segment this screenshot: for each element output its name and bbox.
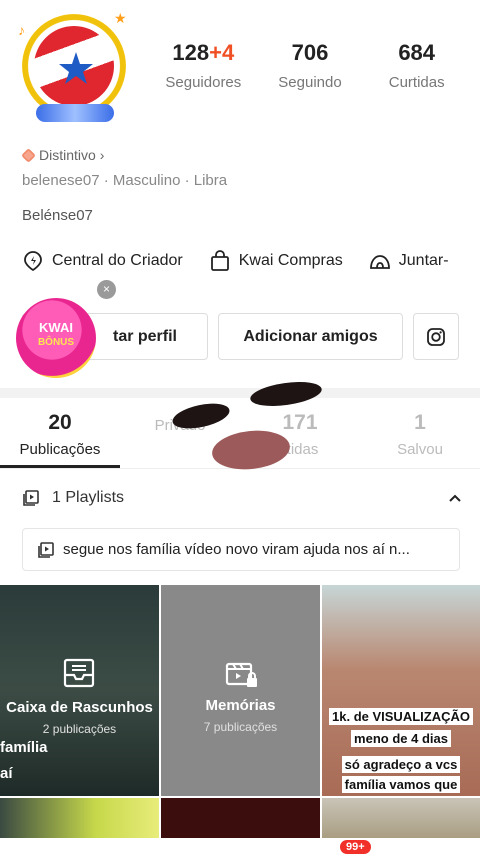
badge-icon (21, 147, 36, 163)
memories-clapper-lock-icon (225, 662, 257, 687)
playlist-icon (23, 490, 39, 506)
add-friends-button[interactable]: Adicionar amigos (218, 313, 403, 360)
memories-title: Memórias (205, 697, 276, 714)
bonus-title: KWAI (39, 320, 73, 335)
profile-bio: Belénse07 (22, 207, 93, 224)
section-divider (0, 388, 480, 398)
profile-meta: belenese07 · Masculino · Libra (22, 172, 228, 189)
video-tile[interactable]: 1k. de VISUALIZAÇÃO meno de 4 dias só ag… (322, 585, 480, 796)
bottom-navigation (0, 838, 480, 854)
tent-icon (369, 255, 390, 269)
video-caption: meno de 4 dias (351, 730, 451, 747)
drafts-overlay-text: aí (0, 765, 13, 782)
badge-link[interactable]: Distintivo › (21, 147, 105, 163)
shortcut-kwai-shop[interactable]: Kwai Compras (209, 250, 343, 272)
memories-count: 7 publicações (203, 720, 278, 734)
tab-label: Salvou (397, 441, 443, 458)
instagram-button[interactable] (413, 313, 459, 360)
shortcut-label: Kwai Compras (238, 252, 343, 269)
stat-followers[interactable]: 128+4 Seguidores (150, 40, 257, 91)
tab-saved[interactable]: 1 Salvou (360, 411, 480, 468)
music-note-icon: ♪ (18, 22, 25, 38)
drafts-box-tile[interactable]: Caixa de Rascunhos 2 publicações família… (0, 585, 159, 796)
following-label: Seguindo (278, 74, 342, 91)
memories-tile[interactable]: Memórias 7 publicações (161, 585, 320, 796)
lightning-pin-icon (24, 251, 42, 272)
chevron-up-icon[interactable] (448, 491, 462, 505)
bonus-subtitle: BÔNUS (37, 337, 75, 348)
playlist-header-label: 1 Playlists (52, 489, 125, 506)
profile-stats: 128+4 Seguidores 706 Seguindo 684 Curtid… (150, 40, 470, 91)
playlist-header[interactable]: 1 Playlists (22, 489, 462, 507)
tab-publications[interactable]: 20 Publicações (0, 411, 120, 468)
playlist-item[interactable]: segue nos família vídeo novo viram ajuda… (22, 528, 460, 571)
star-decoration-icon: ★ (114, 10, 127, 26)
face-sticker-eye-right (248, 378, 324, 410)
playlist-item-title: segue nos família vídeo novo viram ajuda… (63, 541, 410, 558)
shopping-bag-icon (210, 250, 229, 271)
tab-count: 20 (48, 411, 72, 434)
profile-avatar[interactable]: ♪ ★ (18, 10, 130, 126)
instagram-icon (427, 327, 445, 346)
shortcut-join[interactable]: Juntar- (369, 250, 449, 272)
followers-new-count: +4 (209, 40, 235, 65)
likes-count: 684 (398, 40, 436, 65)
profile-shortcuts: Central do Criador Kwai Compras Juntar- (22, 250, 480, 272)
likes-label: Curtidas (388, 74, 445, 91)
video-caption: família vamos que (341, 776, 461, 793)
tab-count: 1 (414, 411, 426, 434)
video-caption: 1k. de VISUALIZAÇÃO (329, 708, 473, 725)
followers-label: Seguidores (165, 74, 242, 91)
following-count: 706 (291, 40, 329, 65)
playlist-icon (38, 541, 54, 558)
notification-badge: 99+ (340, 840, 371, 854)
shortcut-creator-center[interactable]: Central do Criador (22, 250, 183, 272)
drafts-count: 2 publicações (42, 722, 117, 736)
drafts-overlay-text: família (0, 739, 48, 756)
bonus-close-button[interactable]: × (97, 280, 116, 299)
stat-likes[interactable]: 684 Curtidas (363, 40, 470, 91)
tab-label: Publicações (19, 441, 101, 458)
edit-profile-label: tar perfil (112, 327, 177, 345)
shortcut-label: Juntar- (398, 252, 449, 269)
inbox-icon (63, 658, 95, 688)
followers-count: 128 (172, 40, 210, 65)
video-caption: só agradeço a vcs (341, 756, 461, 773)
avatar-frame-base (36, 104, 114, 122)
drafts-title: Caixa de Rascunhos (6, 699, 153, 716)
kwai-bonus-badge[interactable]: KWAI BÔNUS (16, 298, 96, 378)
shortcut-label: Central do Criador (52, 252, 183, 269)
add-friends-label: Adicionar amigos (243, 327, 378, 345)
stat-following[interactable]: 706 Seguindo (257, 40, 364, 91)
close-icon: × (102, 282, 110, 296)
avatar-flag-image (34, 26, 114, 106)
chevron-right-icon: › (99, 147, 105, 163)
badge-label: Distintivo (39, 147, 96, 163)
